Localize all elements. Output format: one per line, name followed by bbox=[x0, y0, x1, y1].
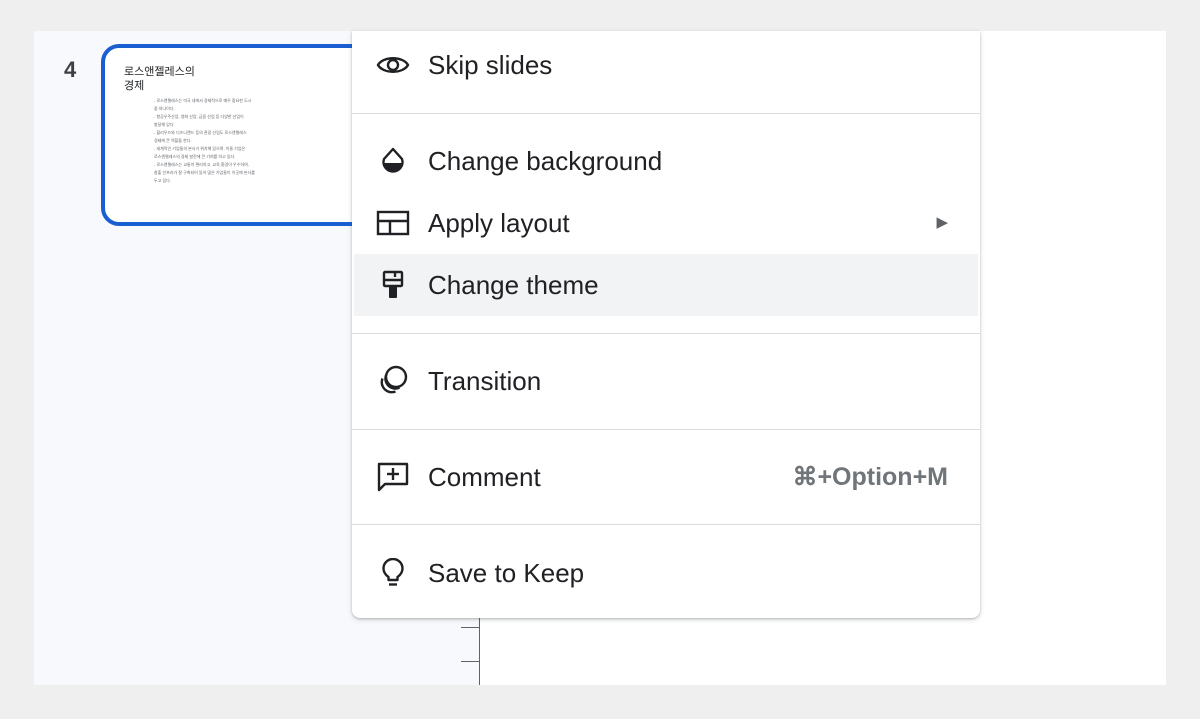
thumbnail-text-line: - 로스앤젤레스는 미국 내에서 경제적으로 매우 중요한 도시 bbox=[154, 98, 252, 103]
thumbnail-text-line: 경제에 큰 역할을 한다. bbox=[154, 138, 192, 143]
menu-item-skip-slides[interactable]: Skip slides bbox=[354, 34, 978, 96]
paint-brush-icon bbox=[376, 269, 410, 301]
slide-number: 4 bbox=[64, 57, 77, 82]
menu-item-label: Save to Keep bbox=[428, 558, 585, 588]
ruler-tick bbox=[461, 661, 479, 662]
eye-icon bbox=[376, 49, 410, 81]
add-comment-icon bbox=[376, 461, 410, 493]
menu-item-label: Transition bbox=[428, 366, 542, 396]
keyboard-shortcut: ⌘+Option+M bbox=[792, 463, 948, 491]
menu-item-label: Skip slides bbox=[428, 50, 553, 80]
menu-item-apply-layout[interactable]: Apply layout ▶ bbox=[354, 192, 978, 254]
thumbnail-text-line: 발달해 있다. bbox=[154, 122, 175, 127]
menu-separator bbox=[352, 333, 980, 334]
thumbnail-text-line: - 할리우드와 디즈니랜드 등의 관광 산업도 로스앤젤레스 bbox=[154, 130, 247, 135]
thumbnail-text-line: - 세계적인 기업들의 본사가 위치해 있으며, 이들 기업은 bbox=[154, 146, 246, 151]
menu-item-label: Apply layout bbox=[428, 208, 570, 238]
thumbnail-text-line: 중 하나이다. bbox=[154, 106, 175, 111]
menu-item-save-to-keep[interactable]: Save to Keep bbox=[354, 542, 978, 604]
slide-thumbnail-title: 로스앤젤레스의 경제 bbox=[124, 66, 195, 92]
menu-item-comment[interactable]: Comment ⌘+Option+M bbox=[354, 446, 978, 508]
thumbnail-text-line: - 로스앤젤레스는 교통이 편리하고, 교육 환경이 우수하여, bbox=[154, 162, 249, 167]
thumbnail-text-line: 창출 인프라가 잘 구축되어 있어 많은 기업들이 이곳에 본사를 bbox=[154, 170, 255, 175]
submenu-arrow-icon: ▶ bbox=[936, 214, 948, 231]
transition-icon bbox=[376, 365, 410, 397]
menu-separator bbox=[352, 429, 980, 430]
menu-item-change-theme[interactable]: Change theme bbox=[354, 254, 978, 316]
lightbulb-icon bbox=[376, 557, 410, 589]
thumbnail-text-line: 로스앤젤레스의 경제 발전에 큰 기여를 하고 있다. bbox=[154, 154, 236, 159]
ruler-tick bbox=[461, 627, 479, 628]
context-menu: Skip slides Change background Apply layo… bbox=[352, 31, 980, 618]
menu-item-change-background[interactable]: Change background bbox=[354, 130, 978, 192]
menu-item-label: Change theme bbox=[428, 270, 599, 300]
menu-item-label: Comment bbox=[428, 462, 541, 492]
thumbnail-text-line: - 항공우주산업, 영화 산업, 금융 산업 등 다양한 산업이 bbox=[154, 114, 244, 119]
layout-icon bbox=[376, 207, 410, 239]
thumbnail-text-line: 두고 있다. bbox=[154, 178, 171, 183]
drop-icon bbox=[376, 145, 410, 177]
menu-separator bbox=[352, 524, 980, 525]
menu-item-transition[interactable]: Transition bbox=[354, 350, 978, 412]
slide-thumbnail-body: - 로스앤젤레스는 미국 내에서 경제적으로 매우 중요한 도시 중 하나이다.… bbox=[154, 98, 274, 186]
menu-separator bbox=[352, 113, 980, 114]
menu-item-label: Change background bbox=[428, 146, 663, 176]
